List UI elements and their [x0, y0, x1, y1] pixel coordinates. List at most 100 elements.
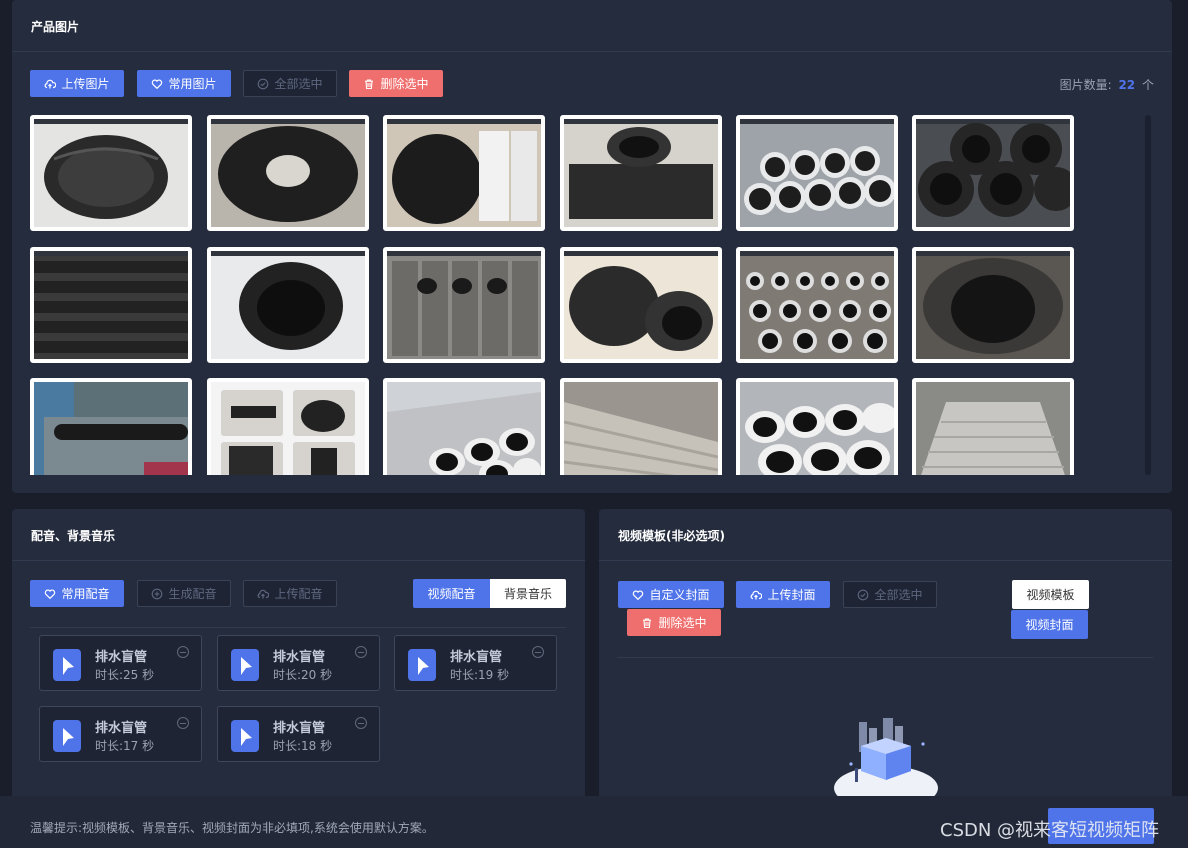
common-voiceover-button[interactable]: 常用配音 — [30, 580, 124, 607]
image-count: 图片数量: 22 个 — [1060, 76, 1154, 93]
heart-icon — [45, 589, 56, 599]
image-grid-scrollbar[interactable] — [1145, 115, 1151, 475]
product-image[interactable] — [207, 115, 369, 231]
trash-icon — [365, 78, 374, 89]
product-image[interactable] — [560, 378, 722, 475]
audio-item[interactable]: 排水盲管 时长:25 秒 — [39, 635, 202, 691]
product-photo — [916, 382, 1070, 475]
product-image[interactable] — [736, 115, 898, 231]
button-label: 自定义封面 — [649, 588, 710, 602]
button-label: 删除选中 — [380, 77, 429, 91]
delete-selected-button[interactable]: 删除选中 — [349, 70, 443, 97]
product-photos-panel: 产品图片 上传图片 常用图片 全部选中 删除选中 图片数量: 22 个 — [12, 0, 1172, 493]
product-image[interactable] — [30, 378, 192, 475]
product-photo — [564, 119, 718, 227]
audio-name: 排水盲管 — [273, 721, 326, 736]
image-grid — [30, 115, 1080, 475]
button-label: 生成配音 — [168, 587, 217, 601]
product-photo — [740, 382, 894, 475]
image-count-value: 22 — [1118, 78, 1136, 92]
delete-selected-button[interactable]: 删除选中 — [627, 609, 721, 636]
remove-icon[interactable] — [355, 646, 367, 658]
product-image[interactable] — [912, 247, 1074, 363]
remove-icon[interactable] — [355, 717, 367, 729]
button-label: 上传图片 — [61, 77, 110, 91]
audio-duration: 时长:20 秒 — [273, 668, 333, 682]
product-image[interactable] — [912, 378, 1074, 475]
button-label: 删除选中 — [658, 616, 707, 630]
audio-name: 排水盲管 — [273, 650, 326, 665]
product-photo — [387, 119, 541, 227]
audio-duration: 时长:18 秒 — [273, 739, 333, 753]
tab-video-template[interactable]: 视频模板 — [1012, 580, 1089, 609]
product-image[interactable] — [207, 378, 369, 475]
tab-voiceover[interactable]: 视频配音 — [413, 579, 490, 608]
button-label: 全部选中 — [274, 77, 323, 91]
remove-icon[interactable] — [177, 717, 189, 729]
product-photo — [211, 119, 365, 227]
audio-file-icon — [231, 649, 259, 681]
audio-item[interactable]: 排水盲管 时长:18 秒 — [217, 706, 380, 762]
button-label: 常用图片 — [168, 77, 217, 91]
custom-cover-button[interactable]: 自定义封面 — [618, 581, 724, 608]
product-photo — [34, 251, 188, 359]
product-image[interactable] — [30, 115, 192, 231]
upload-cover-button[interactable]: 上传封面 — [736, 581, 830, 608]
cloud-upload-icon — [45, 79, 57, 88]
audio-name: 排水盲管 — [95, 721, 148, 736]
common-images-button[interactable]: 常用图片 — [137, 70, 231, 97]
panel-title: 配音、背景音乐 — [31, 529, 116, 543]
button-label: 上传配音 — [274, 587, 323, 601]
product-photo — [564, 251, 718, 359]
product-photo — [916, 251, 1070, 359]
image-count-label: 图片数量: — [1059, 78, 1112, 92]
empty-box-illustration — [834, 718, 938, 806]
product-image[interactable] — [383, 247, 545, 363]
footer-bar: 温馨提示:视频模板、背景音乐、视频封面为非必填项,系统会使用默认方案。 CSDN… — [0, 796, 1188, 848]
tab-video-cover[interactable]: 视频封面 — [1011, 610, 1088, 639]
product-image[interactable] — [383, 378, 545, 475]
divider — [30, 627, 566, 628]
product-image[interactable] — [912, 115, 1074, 231]
product-image[interactable] — [736, 247, 898, 363]
audio-item[interactable]: 排水盲管 时长:19 秒 — [394, 635, 557, 691]
upload-voiceover-button[interactable]: 上传配音 — [243, 580, 337, 607]
audio-duration: 时长:17 秒 — [95, 739, 155, 753]
audio-panel: 配音、背景音乐 常用配音 生成配音 上传配音 视频配音 背景音乐 排水盲管 时长… — [12, 509, 585, 799]
button-label: 上传封面 — [767, 588, 816, 602]
audio-item[interactable]: 排水盲管 时长:17 秒 — [39, 706, 202, 762]
button-label: 全部选中 — [874, 588, 923, 602]
cloud-upload-icon — [751, 590, 763, 599]
select-all-button[interactable]: 全部选中 — [843, 581, 937, 608]
panel-title: 视频模板(非必选项) — [618, 529, 725, 543]
divider — [599, 560, 1172, 561]
product-image[interactable] — [207, 247, 369, 363]
product-photo — [34, 382, 188, 475]
remove-icon[interactable] — [532, 646, 544, 658]
image-count-unit: 个 — [1141, 78, 1154, 92]
select-all-button[interactable]: 全部选中 — [243, 70, 337, 97]
panel-title: 产品图片 — [31, 20, 80, 34]
audio-item[interactable]: 排水盲管 时长:20 秒 — [217, 635, 380, 691]
product-image[interactable] — [383, 115, 545, 231]
product-photo — [387, 382, 541, 475]
tab-background-music[interactable]: 背景音乐 — [490, 579, 566, 608]
button-label: 常用配音 — [61, 587, 110, 601]
divider — [617, 657, 1153, 658]
product-image[interactable] — [736, 378, 898, 475]
divider — [12, 51, 1172, 52]
audio-file-icon — [408, 649, 436, 681]
product-image[interactable] — [560, 115, 722, 231]
product-photo — [740, 251, 894, 359]
remove-icon[interactable] — [177, 646, 189, 658]
heart-icon — [633, 590, 644, 600]
product-photo — [916, 119, 1070, 227]
product-photo — [387, 251, 541, 359]
product-image[interactable] — [560, 247, 722, 363]
heart-icon — [152, 79, 163, 89]
cloud-upload-icon — [258, 589, 270, 598]
upload-image-button[interactable]: 上传图片 — [30, 70, 124, 97]
product-photo — [211, 382, 365, 475]
product-image[interactable] — [30, 247, 192, 363]
generate-voiceover-button[interactable]: 生成配音 — [137, 580, 231, 607]
